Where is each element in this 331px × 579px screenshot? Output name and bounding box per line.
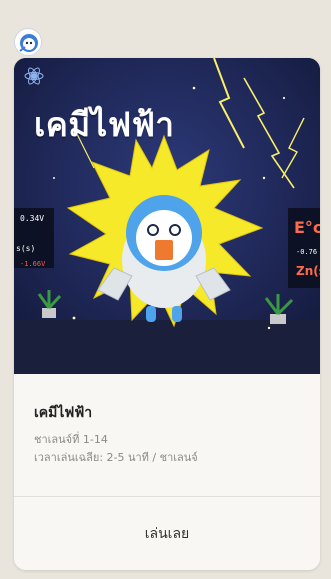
side-label-left-value: -1.66V: [20, 260, 46, 268]
voltage-label: 0.34V: [20, 214, 45, 223]
mascot-avatar-icon[interactable]: [14, 28, 42, 56]
card-info: เคมีไฟฟ้า ชาเลนจ์ที่ 1-14 เวลาเล่นเฉลีย:…: [14, 374, 320, 514]
card-stages: ชาเลนจ์ที่ 1-14: [34, 433, 108, 446]
game-card[interactable]: เคมีไฟฟ้า 0.34V s(s) -1.66V E°c -0.76 Zn…: [14, 58, 320, 570]
banner-title: เคมีไฟฟ้า: [34, 105, 175, 144]
card-avg-time: เวลาเล่นเฉลีย: 2-5 นาที / ชาเลนจ์: [34, 451, 198, 464]
game-banner-image: เคมีไฟฟ้า 0.34V s(s) -1.66V E°c -0.76 Zn…: [14, 58, 320, 374]
side-label-left: s(s): [16, 244, 36, 253]
side-label-right-value: -0.76: [296, 248, 318, 256]
side-label-right: E°c: [294, 218, 320, 237]
play-button[interactable]: เล่นเลย: [14, 497, 320, 570]
side-label-right-species: Zn(s: [296, 264, 320, 278]
card-title: เคมีไฟฟ้า: [34, 405, 93, 421]
